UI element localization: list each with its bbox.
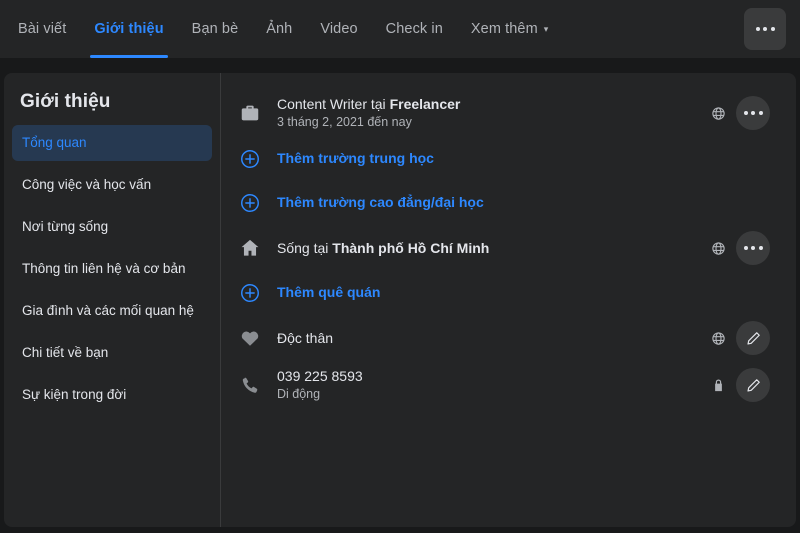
add-hometown-label[interactable]: Thêm quê quán [277, 284, 380, 300]
tab-label: Check in [386, 21, 443, 37]
phone-icon [239, 375, 275, 396]
tab-label: Bài viết [18, 21, 66, 37]
work-prefix: Content Writer tại [277, 96, 390, 112]
tab-anh[interactable]: Ảnh [252, 0, 306, 58]
tab-check-in[interactable]: Check in [372, 0, 457, 58]
sidebar-item-noi-tung-song[interactable]: Nơi từng sống [12, 209, 212, 245]
list-item-add-hometown[interactable]: Thêm quê quán [239, 271, 780, 315]
row-text: Độc thân [275, 329, 710, 347]
row-text: Thêm trường cao đẳng/đại học [275, 194, 776, 212]
row-text: 039 225 8593 Di động [275, 367, 710, 403]
add-college-label[interactable]: Thêm trường cao đẳng/đại học [277, 194, 484, 210]
row-text: Content Writer tại Freelancer 3 tháng 2,… [275, 95, 710, 131]
profile-tab-bar: Bài viết Giới thiệu Bạn bè Ảnh Video Che… [0, 0, 800, 58]
list-item-work: Content Writer tại Freelancer 3 tháng 2,… [239, 89, 780, 137]
phone-number: 039 225 8593 [277, 367, 710, 385]
ellipsis-icon [744, 111, 763, 115]
row-actions [710, 231, 776, 265]
about-sidebar: Giới thiệu Tổng quan Công việc và học vấ… [4, 73, 221, 527]
tab-label: Giới thiệu [94, 21, 163, 37]
chevron-down-icon: ▾ [544, 25, 549, 34]
tab-xem-them[interactable]: Xem thêm ▾ [457, 0, 563, 58]
work-title: Content Writer tại Freelancer [277, 95, 710, 113]
about-card: Giới thiệu Tổng quan Công việc và học vấ… [4, 73, 796, 527]
tab-ban-be[interactable]: Bạn bè [178, 0, 253, 58]
list-item-relationship: Độc thân [239, 315, 780, 361]
tab-label: Video [320, 21, 357, 37]
globe-icon[interactable] [710, 240, 726, 256]
sidebar-item-gia-dinh-quan-he[interactable]: Gia đình và các mối quan hệ [12, 293, 212, 329]
row-text: Thêm trường trung học [275, 150, 776, 168]
lock-icon[interactable] [710, 377, 726, 393]
tab-list: Bài viết Giới thiệu Bạn bè Ảnh Video Che… [0, 0, 562, 58]
tab-label: Xem thêm [471, 21, 538, 37]
sidebar-item-thong-tin-lien-he[interactable]: Thông tin liên hệ và cơ bản [12, 251, 212, 287]
list-item-add-college[interactable]: Thêm trường cao đẳng/đại học [239, 181, 780, 225]
work-employer: Freelancer [390, 96, 461, 112]
heart-icon [239, 327, 275, 349]
list-item-current-city: Sống tại Thành phố Hồ Chí Minh [239, 225, 780, 271]
work-date-range: 3 tháng 2, 2021 đến nay [277, 114, 710, 131]
current-city-text: Sống tại Thành phố Hồ Chí Minh [277, 239, 710, 257]
plus-circle-icon [239, 282, 275, 304]
add-high-school-label[interactable]: Thêm trường trung học [277, 150, 434, 166]
plus-circle-icon [239, 148, 275, 170]
current-city-options-button[interactable] [736, 231, 770, 265]
about-overview-list: Content Writer tại Freelancer 3 tháng 2,… [221, 73, 796, 527]
globe-icon[interactable] [710, 105, 726, 121]
tab-label: Bạn bè [192, 21, 239, 37]
current-city-name: Thành phố Hồ Chí Minh [332, 240, 489, 256]
sidebar-item-su-kien-trong-doi[interactable]: Sự kiện trong đời [12, 377, 212, 413]
sidebar-item-chi-tiet-ve-ban[interactable]: Chi tiết về bạn [12, 335, 212, 371]
tab-video[interactable]: Video [306, 0, 371, 58]
ellipsis-icon [756, 27, 775, 31]
phone-type: Di động [277, 386, 710, 403]
relationship-edit-button[interactable] [736, 321, 770, 355]
briefcase-icon [239, 102, 275, 124]
tab-bai-viet[interactable]: Bài viết [4, 0, 80, 58]
tab-label: Ảnh [266, 21, 292, 37]
row-actions [710, 368, 776, 402]
row-text: Sống tại Thành phố Hồ Chí Minh [275, 239, 710, 257]
profile-more-options-button[interactable] [744, 8, 786, 50]
home-icon [239, 237, 275, 259]
sidebar-item-tong-quan[interactable]: Tổng quan [12, 125, 212, 161]
work-options-button[interactable] [736, 96, 770, 130]
ellipsis-icon [744, 246, 763, 250]
page-title: Giới thiệu [12, 87, 212, 125]
row-actions [710, 96, 776, 130]
phone-edit-button[interactable] [736, 368, 770, 402]
relationship-status: Độc thân [277, 329, 710, 347]
current-city-prefix: Sống tại [277, 240, 332, 256]
profile-about-page: Bài viết Giới thiệu Bạn bè Ảnh Video Che… [0, 0, 800, 533]
row-text: Thêm quê quán [275, 284, 776, 302]
list-item-phone: 039 225 8593 Di động [239, 361, 780, 409]
plus-circle-icon [239, 192, 275, 214]
list-item-add-high-school[interactable]: Thêm trường trung học [239, 137, 780, 181]
tab-gioi-thieu[interactable]: Giới thiệu [80, 0, 177, 58]
sidebar-item-cong-viec-hoc-van[interactable]: Công việc và học vấn [12, 167, 212, 203]
globe-icon[interactable] [710, 330, 726, 346]
row-actions [710, 321, 776, 355]
